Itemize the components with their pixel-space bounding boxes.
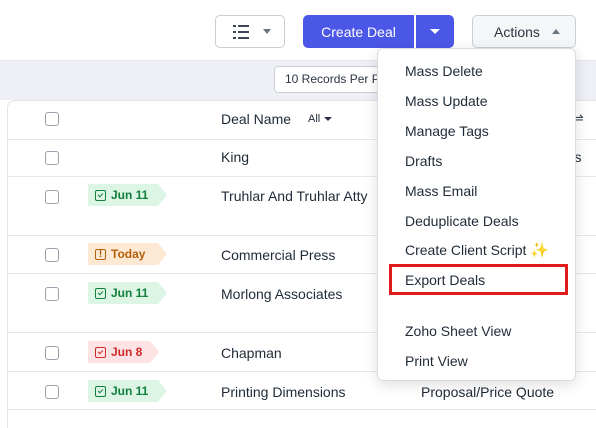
menu-item-zoho-sheet-view[interactable]: Zoho Sheet View <box>405 323 511 339</box>
menu-item-mass-email[interactable]: Mass Email <box>405 183 477 199</box>
chevron-down-icon <box>324 117 333 121</box>
deal-name-column-header[interactable]: Deal Name <box>221 111 291 127</box>
menu-item-drafts[interactable]: Drafts <box>405 153 442 169</box>
closing-date-tag: Jun 11 <box>88 282 167 304</box>
menu-item-create-client-script[interactable]: Create Client Script ✨ <box>405 241 549 259</box>
calendar-check-icon <box>95 346 106 358</box>
select-all-checkbox[interactable] <box>45 112 59 126</box>
calendar-check-icon <box>95 287 106 299</box>
tag-label: Today <box>111 247 146 261</box>
menu-item-mass-delete[interactable]: Mass Delete <box>405 63 483 79</box>
closing-date-tag: Jun 11 <box>88 184 167 206</box>
actions-label: Actions <box>494 23 540 40</box>
row-checkbox[interactable] <box>45 190 59 204</box>
menu-item-manage-tags[interactable]: Manage Tags <box>405 123 489 139</box>
menu-item-print-view[interactable]: Print View <box>405 353 468 369</box>
calendar-check-icon <box>95 189 106 201</box>
row-checkbox[interactable] <box>45 287 59 301</box>
tag-label: Jun 11 <box>111 286 149 300</box>
deal-name-cell[interactable]: Truhlar And Truhlar Atty <box>221 188 368 204</box>
chevron-down-icon <box>430 29 440 34</box>
row-checkbox[interactable] <box>45 385 59 399</box>
deal-name-cell[interactable]: Printing Dimensions <box>221 384 346 400</box>
actions-dropdown-menu: Mass Delete Mass Update Manage Tags Draf… <box>377 48 576 381</box>
chevron-down-icon <box>263 29 271 34</box>
menu-item-deduplicate-deals[interactable]: Deduplicate Deals <box>405 213 519 229</box>
menu-item-mass-update[interactable]: Mass Update <box>405 93 487 109</box>
row-checkbox[interactable] <box>45 248 59 262</box>
deal-name-cell[interactable]: King <box>221 149 249 165</box>
row-checkbox[interactable] <box>45 346 59 360</box>
records-per-page-select[interactable]: 10 Records Per Page <box>274 66 384 93</box>
tag-label: Jun 11 <box>111 384 149 398</box>
tag-label: Jun 8 <box>111 345 143 359</box>
closing-date-tag: ! Today <box>88 243 167 265</box>
deal-name-cell[interactable]: Chapman <box>221 345 282 361</box>
deal-name-filter[interactable]: All <box>308 113 333 125</box>
row-checkbox[interactable] <box>45 151 59 165</box>
filter-label: All <box>308 113 321 125</box>
list-view-icon <box>233 24 249 39</box>
deal-name-cell[interactable]: Morlong Associates <box>221 286 342 302</box>
calendar-alert-icon: ! <box>95 248 106 260</box>
create-deal-dropdown-button[interactable] <box>416 15 454 48</box>
actions-button[interactable]: Actions <box>472 15 576 48</box>
closing-date-tag: Jun 8 <box>88 341 159 363</box>
calendar-check-icon <box>95 385 106 397</box>
closing-date-tag: Jun 11 <box>88 380 167 402</box>
deal-name-cell[interactable]: Commercial Press <box>221 247 335 263</box>
sparkle-icon: ✨ <box>530 242 550 259</box>
menu-item-label: Create Client Script <box>405 242 527 258</box>
view-toggle-button[interactable] <box>215 15 285 48</box>
chevron-up-icon <box>551 29 560 34</box>
tag-label: Jun 11 <box>111 188 149 202</box>
export-deals-highlight <box>389 264 568 295</box>
stage-cell: Proposal/Price Quote <box>421 384 555 400</box>
create-deal-button[interactable]: Create Deal <box>303 15 414 48</box>
